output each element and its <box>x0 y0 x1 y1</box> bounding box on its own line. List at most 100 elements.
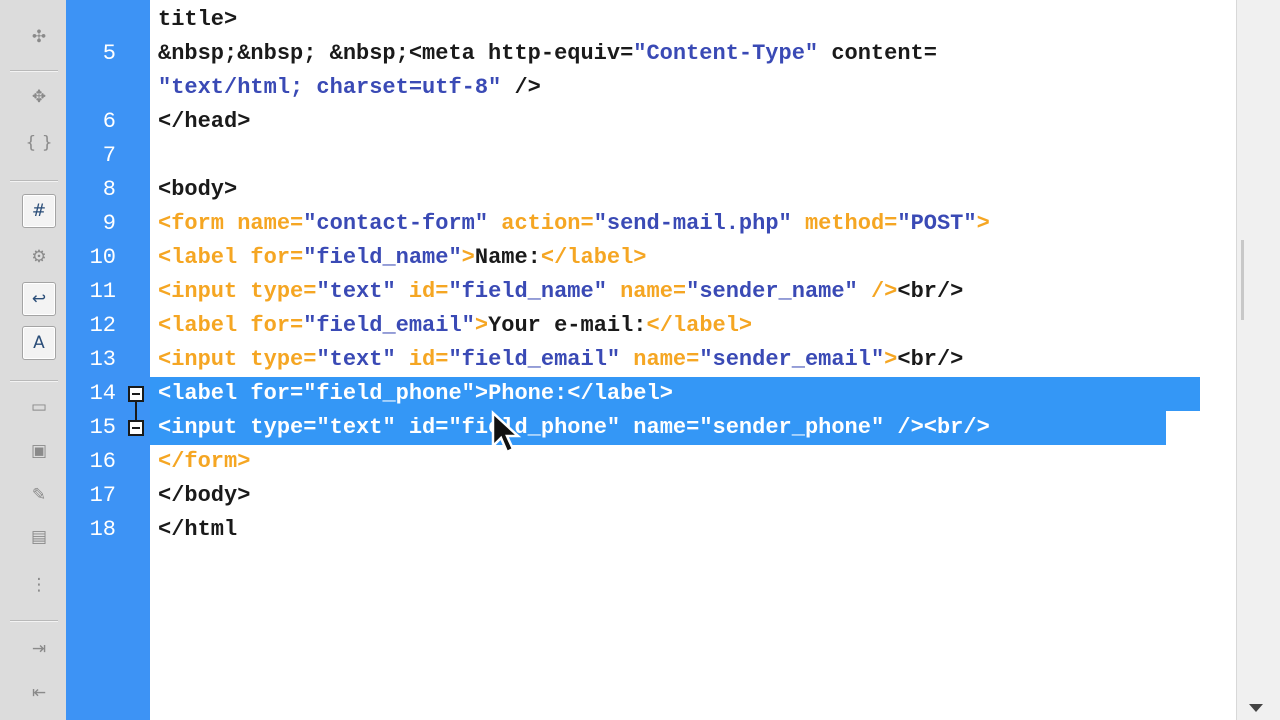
line-number: 11 <box>89 279 116 304</box>
code-token: <form <box>158 211 238 236</box>
indent-icon[interactable]: ⇥ <box>22 632 56 666</box>
code-token: "Content-Type" <box>633 41 819 66</box>
gear-icon[interactable]: ⚙ <box>22 240 56 274</box>
code-token: Name: <box>474 245 541 270</box>
line-number: 5 <box>102 41 116 66</box>
line-number: 14 <box>89 381 116 406</box>
code-token: > <box>884 347 898 372</box>
code-line[interactable]: "text/html; charset=utf-8" /> <box>158 71 541 105</box>
code-token: name= <box>620 347 700 372</box>
code-line[interactable]: <label for="field_phone">Phone:</label> <box>158 377 673 411</box>
line-number-gutter: 5 6 7 8 9 10 11 12 13 14 15 16 17 18 <box>66 0 150 720</box>
code-token: "field_phone" <box>303 381 475 406</box>
code-token: id= <box>395 279 449 304</box>
scroll-down-arrow-icon[interactable] <box>1249 704 1263 712</box>
code-line[interactable]: <input type="text" id="field_phone" name… <box>158 411 990 445</box>
code-token: </label> <box>567 381 673 406</box>
code-token: "text" <box>316 279 396 304</box>
code-line[interactable]: <input type="text" id="field_email" name… <box>158 343 963 377</box>
line-number: 9 <box>102 211 116 236</box>
code-token: "field_phone" <box>448 415 621 440</box>
code-token: for= <box>250 245 304 270</box>
code-token: type= <box>250 415 317 440</box>
format-icon[interactable]: ⋮ <box>22 568 56 602</box>
line-number: 17 <box>89 483 116 508</box>
line-number: 8 <box>102 177 116 202</box>
vertical-scrollbar[interactable] <box>1236 0 1280 720</box>
code-token: id= <box>395 415 449 440</box>
code-token: "sender_phone" <box>699 415 885 440</box>
code-token: "contact-form" <box>303 211 489 236</box>
code-editor[interactable]: title> &nbsp;&nbsp; &nbsp;<meta http-equi… <box>150 0 1236 720</box>
code-token: "POST" <box>897 211 977 236</box>
code-token: Phone: <box>488 381 568 406</box>
code-token: title> <box>158 7 238 32</box>
code-line[interactable]: <input type="text" id="field_name" name=… <box>158 275 963 309</box>
code-token: > <box>474 313 489 338</box>
code-token: <br/> <box>923 415 990 440</box>
code-token: Your e-mail: <box>488 313 647 338</box>
code-token: "field_email" <box>448 347 621 372</box>
code-token: type= <box>250 279 317 304</box>
code-token: /> <box>501 75 541 100</box>
hash-icon[interactable]: # <box>22 194 56 228</box>
code-token: name= <box>620 415 700 440</box>
comment-icon[interactable]: ▭ <box>22 390 56 424</box>
toolbar-separator <box>10 70 58 72</box>
code-token: <input <box>158 279 251 304</box>
line-number: 7 <box>102 143 116 168</box>
code-token: </head> <box>158 109 251 134</box>
toolbar-separator <box>10 180 58 182</box>
remove-comment-icon[interactable]: ▣ <box>22 434 56 468</box>
code-token: > <box>474 381 489 406</box>
collapse-selection-icon[interactable] <box>128 386 144 402</box>
braces-icon[interactable]: { } <box>22 126 56 160</box>
code-token: </form> <box>158 449 251 474</box>
line-number: 6 <box>102 109 116 134</box>
code-token: > <box>976 211 990 236</box>
code-token: type= <box>250 347 317 372</box>
code-token: &nbsp;&nbsp; &nbsp;<meta http-equiv= <box>158 41 634 66</box>
collapse-icon[interactable]: ✥ <box>22 80 56 114</box>
collapse-selection-icon[interactable] <box>128 420 144 436</box>
code-line[interactable]: </html <box>158 513 237 547</box>
snippet-icon[interactable]: ▤ <box>22 520 56 554</box>
code-line[interactable]: </head> <box>158 105 250 139</box>
code-token: <body> <box>158 177 238 202</box>
code-token: method= <box>791 211 898 236</box>
pencil-icon[interactable]: ✎ <box>22 478 56 512</box>
code-token: "field_name" <box>448 279 607 304</box>
outdent-icon[interactable]: ⇤ <box>22 676 56 710</box>
code-token: content= <box>818 41 937 66</box>
code-token: name= <box>606 279 687 304</box>
code-token: "sender_email" <box>699 347 885 372</box>
code-line[interactable]: <label for="field_name">Name:</label> <box>158 241 647 275</box>
code-token: action= <box>488 211 594 236</box>
code-token: /> <box>884 415 924 440</box>
code-token: </label> <box>540 245 647 270</box>
code-token: for= <box>250 381 304 406</box>
code-token: "field_name" <box>303 245 462 270</box>
code-token: <input <box>158 415 251 440</box>
syntax-icon[interactable]: A <box>22 326 56 360</box>
code-line[interactable]: &nbsp;&nbsp; &nbsp;<meta http-equiv="Con… <box>158 37 937 71</box>
code-line[interactable]: <form name="contact-form" action="send-m… <box>158 207 990 241</box>
line-number: 12 <box>89 313 116 338</box>
code-token: </body> <box>158 483 251 508</box>
code-token: </label> <box>646 313 753 338</box>
toolbar-separator <box>10 620 58 622</box>
code-line[interactable]: </form> <box>158 445 250 479</box>
code-line[interactable]: <body> <box>158 173 237 207</box>
mouse-cursor-icon <box>491 410 522 454</box>
pin-icon[interactable]: ✣ <box>22 20 56 54</box>
code-token: "text" <box>316 415 396 440</box>
code-token: "sender_name" <box>686 279 858 304</box>
word-wrap-icon[interactable]: ↩ <box>22 282 56 316</box>
scrollbar-grip[interactable] <box>1241 240 1244 320</box>
code-line[interactable]: <label for="field_email">Your e-mail:</l… <box>158 309 752 343</box>
code-line[interactable]: title> <box>158 3 237 37</box>
code-token: "text/html; charset=utf-8" <box>158 75 502 100</box>
code-line[interactable]: </body> <box>158 479 250 513</box>
toolbar-separator <box>10 380 58 382</box>
code-token: <label <box>158 381 251 406</box>
